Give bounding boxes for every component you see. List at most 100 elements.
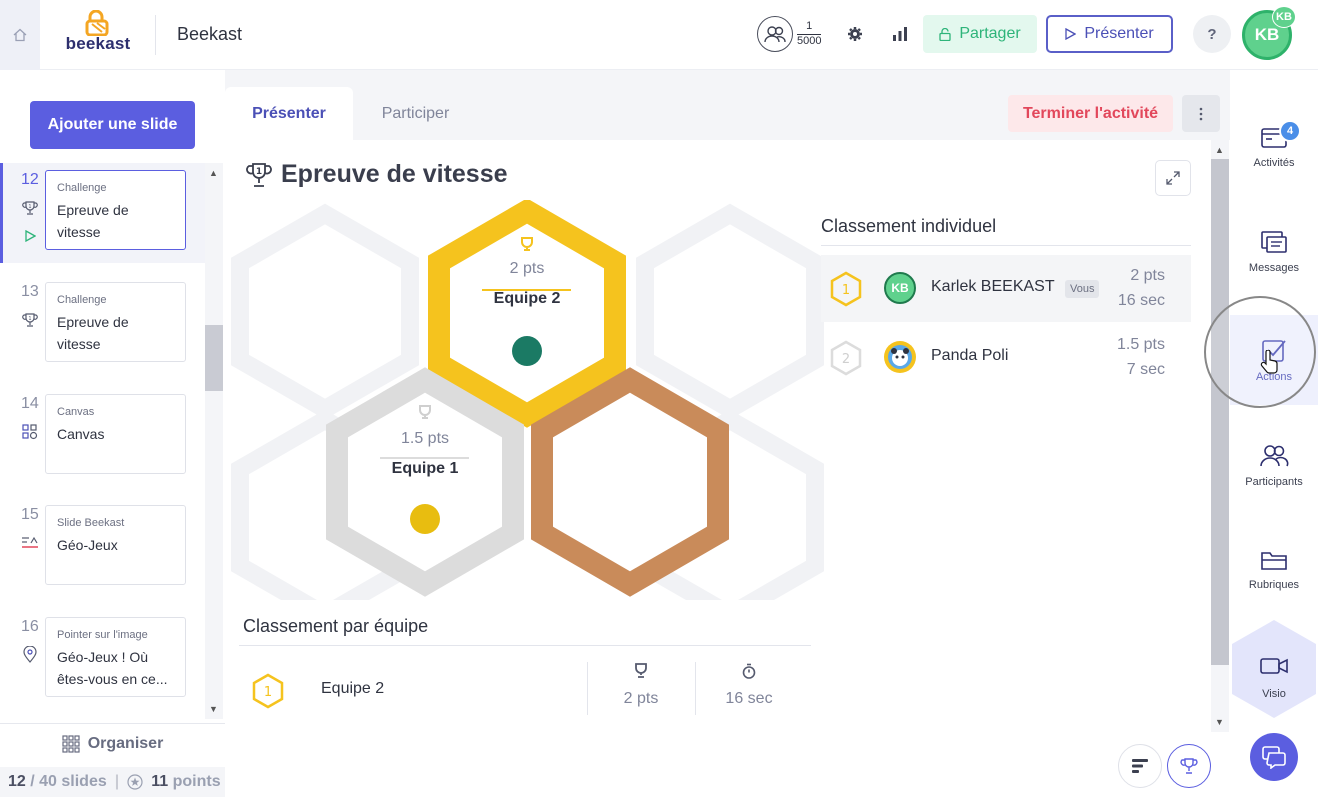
right-toolbar: Activités 4 Messages Actions Participant… bbox=[1230, 70, 1318, 797]
pin-icon bbox=[21, 646, 39, 664]
slide-card[interactable]: Slide Beekast Géo-Jeux bbox=[45, 505, 186, 585]
activity-title-text: Epreuve de vitesse bbox=[281, 160, 508, 188]
slide-type: Challenge bbox=[57, 294, 107, 306]
header-divider bbox=[155, 15, 156, 55]
trophy-icon: 1 bbox=[21, 199, 39, 217]
panda-avatar bbox=[884, 341, 916, 373]
slide-card[interactable]: Challenge Epreuve de vitesse bbox=[45, 170, 186, 250]
scroll-up-icon[interactable]: ▲ bbox=[209, 168, 218, 178]
help-button[interactable]: ? bbox=[1193, 15, 1231, 53]
stopwatch-icon bbox=[742, 663, 756, 679]
participants-button[interactable]: Participants bbox=[1230, 420, 1318, 510]
chat-button[interactable] bbox=[1250, 733, 1298, 781]
slide-item-15[interactable]: 15 Slide Beekast Géo-Jeux bbox=[0, 498, 205, 598]
activities-button[interactable]: Activités bbox=[1230, 102, 1318, 192]
visio-label: Visio bbox=[1262, 688, 1286, 700]
activity-content: 1 Epreuve de vitesse 2 pts Equipe 2 1.5 … bbox=[225, 140, 1210, 797]
activities-badge: 4 bbox=[1279, 120, 1301, 142]
podium-hex-rank-2 bbox=[326, 367, 524, 597]
slide-card[interactable]: Challenge Epreuve de vitesse bbox=[45, 282, 186, 362]
rubriques-button[interactable]: Rubriques bbox=[1230, 525, 1318, 615]
scroll-up-icon[interactable]: ▲ bbox=[1215, 145, 1224, 155]
participant-points: 2 pts bbox=[1130, 267, 1165, 284]
points-value: 11 bbox=[151, 773, 169, 790]
participants-label: Participants bbox=[1245, 476, 1303, 488]
rank-hex-badge: 1 bbox=[252, 673, 284, 709]
podium-label-rank-1: 2 pts Equipe 2 bbox=[457, 260, 597, 308]
organize-button[interactable]: Organiser bbox=[0, 723, 225, 763]
slide-card[interactable]: Pointer sur l'image Géo-Jeux ! Où êtes-v… bbox=[45, 617, 186, 697]
expand-button[interactable] bbox=[1155, 160, 1191, 196]
column-divider bbox=[587, 662, 588, 715]
individual-ranking-title: Classement individuel bbox=[821, 216, 997, 236]
slide-name: Géo-Jeux ! Où êtes-vous en ce... bbox=[57, 649, 168, 687]
rank-hex-badge: 2 bbox=[830, 340, 862, 376]
points-label: points bbox=[172, 773, 221, 790]
team-points-cell: 2 pts bbox=[591, 663, 691, 708]
more-options-button[interactable] bbox=[1182, 95, 1220, 132]
lock-icon bbox=[939, 27, 951, 41]
slide-item-13[interactable]: 13 1 Challenge Epreuve de vitesse bbox=[0, 275, 205, 375]
end-activity-button[interactable]: Terminer l'activité bbox=[1008, 95, 1173, 132]
settings-button[interactable] bbox=[845, 24, 865, 44]
slide-number: 16 bbox=[21, 618, 39, 635]
visio-button[interactable]: Visio bbox=[1230, 620, 1318, 720]
slide-list: 12 1 Challenge Epreuve de vitesse 13 1 C… bbox=[0, 163, 205, 719]
slide-item-16[interactable]: 16 Pointer sur l'image Géo-Jeux ! Où ête… bbox=[0, 610, 205, 710]
participants-counter[interactable]: 1 5000 bbox=[757, 16, 822, 52]
participant-name: Panda Poli bbox=[931, 347, 1009, 364]
slide-type: Challenge bbox=[57, 182, 107, 194]
rank-hex-badge: 1 bbox=[830, 271, 862, 307]
main-panel: Présenter Participer Terminer l'activité… bbox=[225, 87, 1230, 797]
play-icon bbox=[21, 227, 39, 245]
slide-list-scrollbar[interactable] bbox=[205, 163, 223, 719]
user-avatar-badge: KB bbox=[1272, 6, 1296, 28]
logo-icon bbox=[85, 10, 109, 36]
share-button[interactable]: Partager bbox=[923, 15, 1037, 53]
activity-title: 1 Epreuve de vitesse bbox=[245, 160, 508, 189]
chat-icon bbox=[1262, 746, 1286, 769]
messages-label: Messages bbox=[1248, 262, 1300, 274]
participants-icon bbox=[757, 16, 793, 52]
stats-button[interactable] bbox=[890, 24, 910, 44]
team-rank-row: 1 Equipe 2 2 pts 16 sec bbox=[239, 645, 811, 735]
participants-count: 1 bbox=[797, 20, 822, 35]
star-icon bbox=[127, 774, 143, 790]
team-points: 2 pts bbox=[623, 690, 659, 707]
scroll-down-icon[interactable]: ▼ bbox=[209, 704, 218, 714]
main-scroll-thumb[interactable] bbox=[1211, 159, 1229, 665]
logo-text: beekast bbox=[65, 34, 131, 53]
podium-view-button[interactable] bbox=[1167, 744, 1211, 788]
beekast-logo[interactable]: beekast bbox=[62, 10, 134, 58]
team-time: 16 sec bbox=[725, 690, 773, 707]
activities-label: Activités bbox=[1253, 157, 1295, 169]
messages-button[interactable]: Messages bbox=[1230, 207, 1318, 297]
scroll-down-icon[interactable]: ▼ bbox=[1215, 717, 1224, 727]
total-slides: / 40 slides bbox=[30, 773, 107, 790]
slide-name: Epreuve de vitesse bbox=[57, 314, 129, 352]
participant-score: 1.5 pts 7 sec bbox=[1117, 332, 1165, 382]
folder-icon bbox=[1261, 552, 1287, 570]
present-button[interactable]: Présenter bbox=[1046, 15, 1173, 53]
slide-item-12[interactable]: 12 1 Challenge Epreuve de vitesse bbox=[0, 163, 205, 263]
ranking-view-button[interactable] bbox=[1118, 744, 1162, 788]
tab-presenter[interactable]: Présenter bbox=[225, 87, 353, 140]
add-slide-button[interactable]: Ajouter une slide bbox=[30, 101, 195, 149]
team-color-dot bbox=[410, 504, 440, 534]
participants-max: 5000 bbox=[797, 35, 822, 47]
slide-number: 13 bbox=[21, 283, 39, 300]
slide-card[interactable]: Canvas Canvas bbox=[45, 394, 186, 474]
slide-item-14[interactable]: 14 Canvas Canvas bbox=[0, 387, 205, 487]
svg-text:1: 1 bbox=[256, 167, 262, 177]
participant-name: Karlek BEEKAST bbox=[931, 278, 1055, 295]
home-button[interactable] bbox=[0, 0, 40, 70]
podium-hex-rank-3 bbox=[531, 367, 729, 597]
rank-number: 1 bbox=[842, 283, 850, 298]
tab-participer[interactable]: Participer bbox=[353, 87, 478, 140]
individual-rank-row: 1 KB Karlek BEEKAST Vous 2 pts 16 sec bbox=[821, 255, 1191, 322]
slide-type: Canvas bbox=[57, 406, 95, 418]
align-left-icon bbox=[1132, 759, 1148, 773]
hand-cursor-icon bbox=[1260, 350, 1278, 374]
slide-list-scroll-thumb[interactable] bbox=[205, 325, 223, 391]
slide-icon bbox=[21, 534, 39, 552]
